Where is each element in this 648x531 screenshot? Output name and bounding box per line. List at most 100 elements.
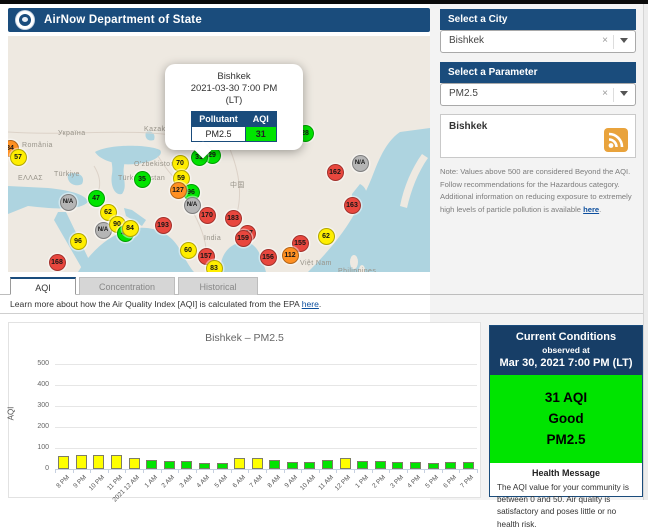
aqi-marker[interactable]: 60 xyxy=(180,242,197,259)
aqi-marker[interactable]: 168 xyxy=(49,254,66,271)
city-chevron-down-icon[interactable] xyxy=(620,38,628,43)
chart-bar[interactable] xyxy=(287,462,298,469)
chart-bar[interactable] xyxy=(217,463,228,469)
chart-bar[interactable] xyxy=(304,462,315,469)
chart-bar[interactable] xyxy=(375,461,386,469)
feed-box: Bishkek xyxy=(440,114,636,158)
popup-col-aqi: AQI xyxy=(245,111,276,126)
chart-y-tick-label: 500 xyxy=(23,360,49,367)
parameter-select[interactable]: PM2.5 × xyxy=(440,83,636,106)
chart-bar[interactable] xyxy=(252,458,263,469)
aqi-marker[interactable]: 57 xyxy=(10,149,27,166)
tab-historical[interactable]: Historical xyxy=(178,277,258,295)
tab-concentration[interactable]: Concentration xyxy=(79,277,175,295)
map-country-label: Việt Nam xyxy=(300,260,332,267)
chart-bar[interactable] xyxy=(445,462,456,469)
aqi-marker[interactable]: 70 xyxy=(172,155,189,172)
beyond-aqi-note: Note: Values above 500 are considered Be… xyxy=(440,166,636,216)
popup-col-pollutant: Pollutant xyxy=(192,111,246,126)
app-title: AirNow Department of State xyxy=(44,14,202,26)
current-conditions-header: Current Conditions observed at Mar 30, 2… xyxy=(490,326,642,375)
chart-bar[interactable] xyxy=(76,455,87,469)
chart-x-tick-mark xyxy=(372,469,373,473)
chart-y-tick-label: 400 xyxy=(23,381,49,388)
aqi-marker[interactable]: 193 xyxy=(155,217,172,234)
chart-x-tick-mark xyxy=(73,469,74,473)
chart-bar[interactable] xyxy=(58,456,69,469)
chart-x-tick-mark xyxy=(407,469,408,473)
popup-aqi-table: Pollutant AQI PM2.5 31 xyxy=(191,111,277,142)
parameter-clear-icon[interactable]: × xyxy=(602,88,608,99)
chart-bar[interactable] xyxy=(392,462,403,469)
chart-x-tick-mark xyxy=(301,469,302,473)
chart-bar[interactable] xyxy=(269,460,280,469)
health-message-block: Health Message The AQI value for your co… xyxy=(490,463,642,531)
chart-y-axis-label: AQI xyxy=(6,407,15,421)
aqi-world-map[interactable]: 8457168N/A964762N/A90478435705996127N/A2… xyxy=(8,36,430,272)
tab-bar: AQI Concentration Historical xyxy=(10,277,258,295)
aqi-marker[interactable]: 35 xyxy=(134,171,151,188)
chart-x-tick-mark xyxy=(442,469,443,473)
aqi-marker[interactable]: 96 xyxy=(70,233,87,250)
chart-bar[interactable] xyxy=(428,463,439,469)
select-parameter-header: Select a Parameter xyxy=(440,62,636,83)
city-clear-icon[interactable]: × xyxy=(602,35,608,46)
chart-x-tick-mark xyxy=(248,469,249,473)
aqi-category: Good xyxy=(490,409,642,430)
aqi-marker[interactable]: N/A xyxy=(352,155,369,172)
chart-bar[interactable] xyxy=(93,455,104,469)
aqi-marker[interactable]: 112 xyxy=(282,247,299,264)
chart-gridline xyxy=(55,406,477,407)
chart-bar[interactable] xyxy=(111,455,122,469)
page-scrollbar[interactable] xyxy=(643,4,648,500)
chart-x-tick-mark xyxy=(266,469,267,473)
chart-gridline xyxy=(55,448,477,449)
aqi-marker[interactable]: 127 xyxy=(170,182,187,199)
popup-timezone: (LT) xyxy=(170,95,298,107)
chart-x-tick-mark xyxy=(161,469,162,473)
rss-feed-icon[interactable] xyxy=(604,128,628,152)
city-select[interactable]: Bishkek × xyxy=(440,30,636,53)
chart-bar[interactable] xyxy=(199,463,210,469)
tab-aqi[interactable]: AQI xyxy=(10,277,76,295)
app-header: AirNow Department of State xyxy=(8,8,430,32)
parameter-chevron-down-icon[interactable] xyxy=(620,91,628,96)
chart-bar[interactable] xyxy=(129,458,140,469)
chart-bar[interactable] xyxy=(146,460,157,469)
chart-bar[interactable] xyxy=(164,461,175,469)
aqi-marker[interactable]: 83 xyxy=(206,260,223,273)
feed-city-title: Bishkek xyxy=(449,121,487,132)
chart-bar[interactable] xyxy=(340,458,351,469)
aqi-status-block: 31 AQI Good PM2.5 xyxy=(490,375,642,463)
chart-x-tick-mark xyxy=(125,469,126,473)
aqi-marker[interactable]: 162 xyxy=(327,164,344,181)
aqi-marker[interactable]: 47 xyxy=(88,190,105,207)
chart-bar[interactable] xyxy=(410,462,421,469)
chart-y-tick-label: 0 xyxy=(23,465,49,472)
aqi-value: 31 AQI xyxy=(490,388,642,409)
aqi-marker[interactable]: 159 xyxy=(235,230,252,247)
department-of-state-seal-icon xyxy=(16,11,34,29)
aqi-marker[interactable]: 84 xyxy=(122,220,139,237)
chart-x-tick-mark xyxy=(231,469,232,473)
chart-bar[interactable] xyxy=(181,461,192,469)
popup-pollutant-value: PM2.5 xyxy=(192,126,246,141)
aqi-marker[interactable]: 156 xyxy=(260,249,277,266)
chart-bar[interactable] xyxy=(357,461,368,469)
chart-gridline xyxy=(55,427,477,428)
chart-bar[interactable] xyxy=(322,460,333,469)
chart-bar[interactable] xyxy=(463,462,474,469)
aqi-marker[interactable]: 170 xyxy=(199,207,216,224)
chart-x-tick-mark xyxy=(196,469,197,473)
popup-aqi-value: 31 xyxy=(245,126,276,141)
chart-x-tick-mark xyxy=(108,469,109,473)
aqi-marker[interactable]: 163 xyxy=(344,197,361,214)
learn-more-here-link[interactable]: here xyxy=(302,299,319,309)
map-country-label: Türkiye xyxy=(54,171,80,178)
aqi-marker[interactable]: 62 xyxy=(318,228,335,245)
chart-bar[interactable] xyxy=(234,458,245,469)
aqi-marker[interactable]: N/A xyxy=(184,197,201,214)
aqi-marker[interactable]: 183 xyxy=(225,210,242,227)
note-here-link[interactable]: here xyxy=(583,205,599,214)
aqi-marker[interactable]: N/A xyxy=(60,194,77,211)
